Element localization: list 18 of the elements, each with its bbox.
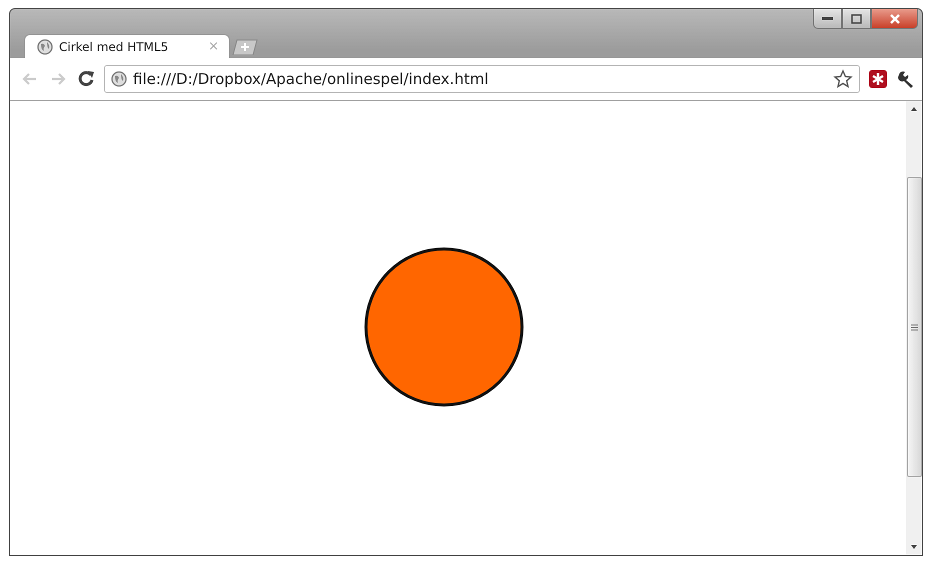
star-icon[interactable]	[833, 69, 853, 89]
browser-tab[interactable]: Cirkel med HTML5 ×	[24, 34, 230, 58]
reload-icon[interactable]	[76, 69, 96, 89]
tab-title: Cirkel med HTML5	[59, 40, 170, 54]
extension-icon[interactable]	[868, 69, 888, 89]
globe-icon	[111, 71, 127, 87]
minimize-button[interactable]	[813, 9, 842, 29]
maximize-icon	[851, 14, 862, 24]
close-icon	[888, 14, 900, 24]
close-button[interactable]	[871, 9, 918, 29]
scrollbar-thumb[interactable]	[906, 177, 922, 477]
address-bar[interactable]: file:///D:/Dropbox/Apache/onlinespel/index.html	[104, 65, 860, 93]
wrench-icon[interactable]	[896, 69, 916, 89]
minimize-icon	[822, 16, 833, 20]
grip-icon	[910, 324, 918, 330]
globe-icon	[37, 38, 53, 54]
new-tab-button[interactable]	[232, 39, 258, 55]
maximize-button[interactable]	[842, 9, 871, 29]
